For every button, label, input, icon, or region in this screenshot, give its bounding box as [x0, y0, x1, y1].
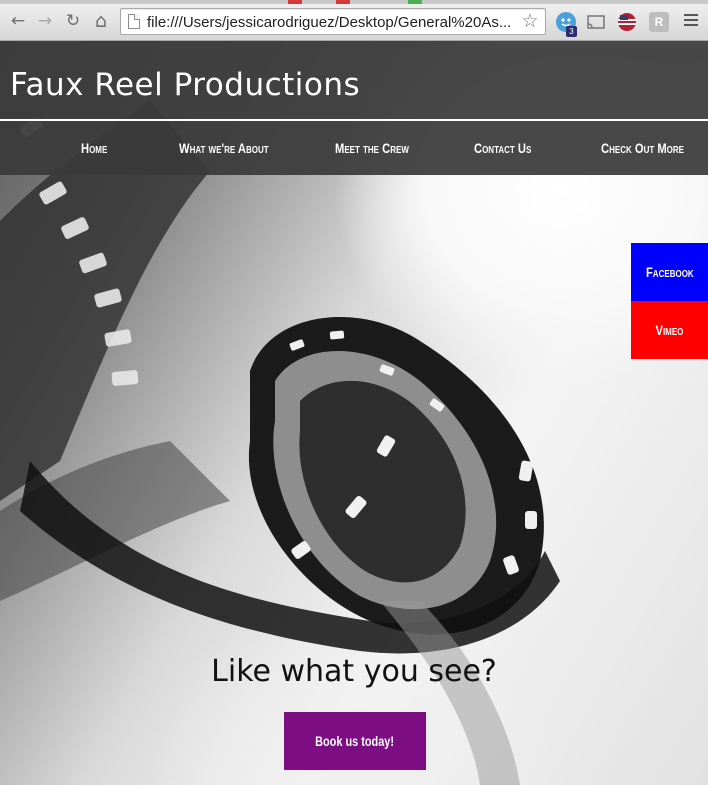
tab-strip: [0, 0, 708, 4]
web-page: Faux Reel Productions Home What we're Ab…: [0, 41, 708, 785]
bookmark-star-icon[interactable]: ☆: [519, 10, 541, 32]
browser-toolbar: ← → ↻ ⌂ file:///Users/jessicarodriguez/D…: [0, 0, 708, 41]
facebook-label: Facebook: [645, 264, 694, 280]
url-text[interactable]: file:///Users/jessicarodriguez/Desktop/G…: [147, 13, 515, 32]
cta-heading: Like what you see?: [211, 654, 497, 689]
nav-link-crew[interactable]: Meet the Crew: [335, 138, 409, 158]
reader-extension-icon[interactable]: R: [649, 12, 669, 32]
site-navigation: Home What we're About Meet the Crew Cont…: [0, 121, 708, 175]
nav-link-more[interactable]: Check Out More: [601, 138, 684, 158]
flag-extension-icon[interactable]: [617, 12, 637, 32]
nav-link-contact[interactable]: Contact Us: [474, 138, 531, 158]
extension-badge: 3: [566, 26, 577, 37]
reload-icon[interactable]: ↻: [63, 11, 83, 31]
site-title[interactable]: Faux Reel Productions: [10, 63, 360, 107]
vimeo-label: Vimeo: [655, 322, 684, 338]
facebook-link[interactable]: Facebook: [631, 243, 708, 301]
site-header: Faux Reel Productions: [0, 41, 708, 119]
cast-icon[interactable]: [586, 12, 606, 32]
home-icon[interactable]: ⌂: [91, 11, 111, 31]
page-icon: [128, 14, 140, 29]
back-icon[interactable]: ←: [8, 11, 28, 31]
address-bar[interactable]: file:///Users/jessicarodriguez/Desktop/G…: [120, 8, 546, 35]
menu-icon[interactable]: [684, 14, 698, 28]
book-us-button-label: Book us today!: [315, 733, 395, 749]
nav-link-about[interactable]: What we're About: [179, 138, 269, 158]
nav-link-home[interactable]: Home: [81, 138, 107, 158]
forward-icon[interactable]: →: [35, 11, 55, 31]
vimeo-link[interactable]: Vimeo: [631, 301, 708, 359]
book-us-button[interactable]: Book us today!: [284, 712, 426, 770]
